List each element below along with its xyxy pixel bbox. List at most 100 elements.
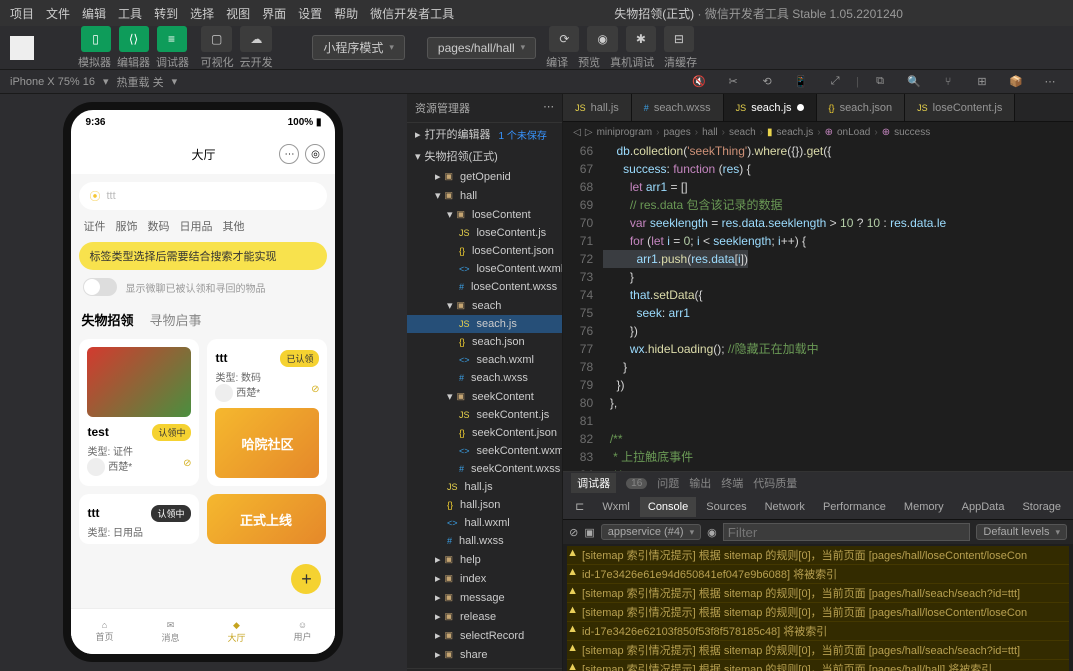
file-tree-item[interactable]: ▸ ▣index: [407, 569, 562, 588]
category-item[interactable]: 日用品: [179, 218, 212, 234]
item-card[interactable]: test认领中 类型: 证件 西楚* ⊘: [79, 339, 199, 486]
rotate-icon[interactable]: ⟲: [754, 69, 780, 95]
remote-debug-button[interactable]: ✱: [626, 26, 656, 52]
file-tree-item[interactable]: JSloseContent.js: [407, 224, 562, 242]
device-info[interactable]: iPhone X 75% 16: [10, 76, 95, 88]
file-tree-item[interactable]: JSseekContent.js: [407, 406, 562, 424]
phone-icon[interactable]: 📱: [788, 69, 814, 95]
context-select[interactable]: appservice (#4) ▾: [601, 524, 701, 540]
debugger-button[interactable]: ≡: [157, 26, 187, 52]
tab-user[interactable]: ☺用户: [269, 609, 335, 654]
file-tree-item[interactable]: JShall.js: [407, 478, 562, 496]
menu-item[interactable]: 界面: [262, 5, 286, 22]
open-editors-section[interactable]: ▸ 打开的编辑器 1 个未保存: [407, 123, 562, 145]
project-section[interactable]: ▾ 失物招领(正式): [407, 145, 562, 167]
breadcrumb[interactable]: ◁▷ miniprogram› pages› hall› seach› ▮sea…: [563, 122, 1073, 142]
file-tree-item[interactable]: ▾ ▣loseContent: [407, 205, 562, 224]
devtool-tab[interactable]: Storage: [1014, 497, 1069, 517]
cloud-button[interactable]: ☁: [240, 26, 272, 52]
compile-button[interactable]: ⟳: [549, 26, 579, 52]
preview-button[interactable]: ◉: [587, 26, 617, 52]
devtool-tab[interactable]: Console: [640, 497, 696, 517]
devtool-tab[interactable]: Memory: [896, 497, 952, 517]
item-card[interactable]: ttt已认领 类型: 数码 西楚* ⊘ 哈院社区: [207, 339, 327, 486]
visual-button[interactable]: ▢: [201, 26, 232, 52]
menu-item[interactable]: 工具: [118, 5, 142, 22]
tab-seek[interactable]: 寻物启事: [149, 310, 201, 329]
file-tree-item[interactable]: ▸ ▣selectRecord: [407, 626, 562, 645]
tab-problems[interactable]: 问题: [657, 475, 679, 491]
file-tree-item[interactable]: ▾ ▣seach: [407, 296, 562, 315]
file-tree-item[interactable]: {}seach.json: [407, 333, 562, 351]
devtool-tab[interactable]: Network: [757, 497, 813, 517]
code-editor[interactable]: 6667686970717273747576777879808182838485…: [563, 142, 1073, 471]
category-item[interactable]: 其他: [222, 218, 244, 234]
file-tree-item[interactable]: {}seekContent.json: [407, 424, 562, 442]
file-tree-item[interactable]: <>hall.wxml: [407, 514, 562, 532]
file-tree-item[interactable]: <>loseContent.wxml: [407, 260, 562, 278]
tab-home[interactable]: ⌂首页: [71, 609, 137, 654]
clear-console-icon[interactable]: ⊘: [569, 526, 578, 539]
mode-select[interactable]: 小程序模式▾: [312, 35, 405, 60]
hot-reload[interactable]: 热重载 关: [117, 74, 164, 90]
menu-item[interactable]: 微信开发者工具: [370, 5, 454, 22]
file-tree-item[interactable]: ▸ ▣release: [407, 607, 562, 626]
search-icon[interactable]: 🔍: [901, 69, 927, 95]
menu-item[interactable]: 视图: [226, 5, 250, 22]
cut-icon[interactable]: ✂: [720, 69, 746, 95]
filter-input[interactable]: [723, 523, 971, 541]
capsule-menu-icon[interactable]: ⋯: [279, 144, 299, 164]
tab-lost[interactable]: 失物招领: [81, 310, 133, 329]
top-frame-icon[interactable]: ▣: [584, 526, 594, 539]
category-item[interactable]: 证件: [83, 218, 105, 234]
branch-icon[interactable]: ⑂: [935, 69, 961, 95]
file-tree-item[interactable]: ▸ ▣share: [407, 645, 562, 664]
devtool-tab[interactable]: Performance: [815, 497, 894, 517]
clear-cache-button[interactable]: ⊟: [664, 26, 694, 52]
menu-item[interactable]: 文件: [46, 5, 70, 22]
file-tree-item[interactable]: #seekContent.wxss: [407, 460, 562, 478]
tab-output[interactable]: 输出: [689, 475, 711, 491]
category-item[interactable]: 数码: [147, 218, 169, 234]
editor-tab[interactable]: #seach.wxss: [632, 94, 724, 121]
file-tree-item[interactable]: ▸ ▣getOpenid: [407, 167, 562, 186]
file-tree-item[interactable]: <>seach.wxml: [407, 351, 562, 369]
ext-icon[interactable]: ⋯: [1037, 69, 1063, 95]
file-tree-item[interactable]: JSseach.js: [407, 315, 562, 333]
editor-tab[interactable]: JShall.js: [563, 94, 632, 121]
copy-icon[interactable]: ⧉: [867, 69, 893, 95]
tab-terminal[interactable]: 终端: [721, 475, 743, 491]
category-item[interactable]: 服饰: [115, 218, 137, 234]
file-tree-item[interactable]: {}loseContent.json: [407, 242, 562, 260]
claimed-toggle[interactable]: [83, 278, 117, 296]
add-fab[interactable]: +: [291, 564, 321, 594]
editor-tab[interactable]: {}seach.json: [817, 94, 906, 121]
devtool-tab[interactable]: AppData: [954, 497, 1013, 517]
expand-icon[interactable]: ⤢: [822, 69, 848, 95]
item-card[interactable]: 正式上线: [207, 494, 326, 544]
package-icon[interactable]: 📦: [1003, 69, 1029, 95]
more-icon[interactable]: ⋯: [543, 100, 554, 116]
menu-item[interactable]: 编辑: [82, 5, 106, 22]
editor-tab[interactable]: JSseach.js: [724, 94, 817, 121]
file-tree-item[interactable]: #hall.wxss: [407, 532, 562, 550]
file-tree-item[interactable]: {}hall.json: [407, 496, 562, 514]
levels-select[interactable]: Default levels ▾: [976, 524, 1067, 540]
file-tree-item[interactable]: #loseContent.wxss: [407, 278, 562, 296]
devtool-tab[interactable]: Sources: [698, 497, 754, 517]
dock-icon[interactable]: ⊏: [567, 496, 592, 517]
page-select[interactable]: pages/hall/hall▾: [427, 37, 536, 59]
file-tree-item[interactable]: ▾ ▣seekContent: [407, 387, 562, 406]
sitemap-icon[interactable]: ⊞: [969, 69, 995, 95]
tab-hall[interactable]: ◆大厅: [203, 609, 269, 654]
file-tree-item[interactable]: ▾ ▣hall: [407, 186, 562, 205]
mute-icon[interactable]: 🔇: [686, 69, 712, 95]
file-tree-item[interactable]: #seach.wxss: [407, 369, 562, 387]
file-tree-item[interactable]: ▸ ▣help: [407, 550, 562, 569]
tab-msg[interactable]: ✉消息: [137, 609, 203, 654]
editor-tab[interactable]: JSloseContent.js: [905, 94, 1015, 121]
tab-debugger[interactable]: 调试器: [571, 473, 616, 493]
search-input[interactable]: ⦿ ttt: [79, 182, 327, 210]
eye-icon[interactable]: ◉: [707, 526, 717, 539]
console-log[interactable]: ▲[sitemap 索引情况提示] 根据 sitemap 的规则[0]，当前页面…: [563, 544, 1073, 671]
